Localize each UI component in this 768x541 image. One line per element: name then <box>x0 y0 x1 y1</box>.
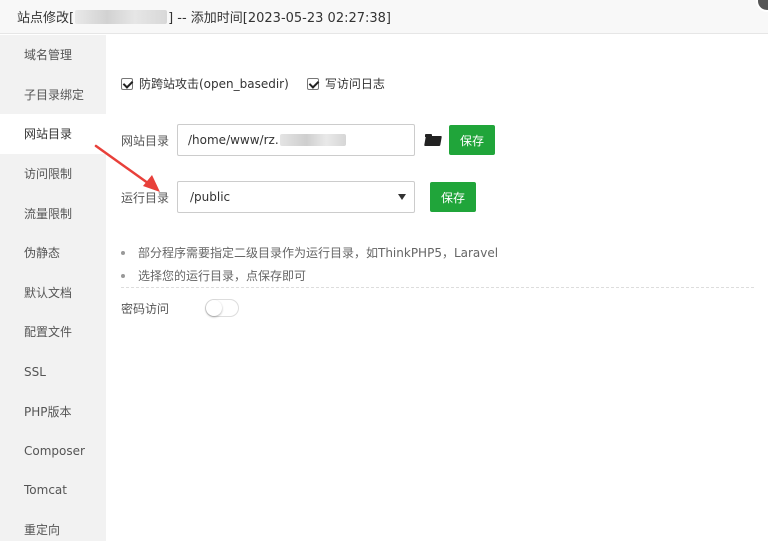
dashed-divider <box>121 287 754 288</box>
sidebar-item-traffic-limit[interactable]: 流量限制 <box>0 193 106 233</box>
tip-item: 选择您的运行目录，点保存即可 <box>121 264 498 287</box>
run-dir-save-button[interactable]: 保存 <box>430 182 476 212</box>
run-dir-label: 运行目录 <box>121 190 170 205</box>
access-log-checkbox[interactable]: 写访问日志 <box>306 75 385 92</box>
redacted-path <box>279 134 346 146</box>
redacted-site-name <box>75 9 168 24</box>
chevron-down-icon <box>398 194 406 200</box>
sidebar-item-subdir-binding[interactable]: 子目录绑定 <box>0 75 106 115</box>
site-directory-panel: 防跨站攻击(open_basedir) 写访问日志 网站目录 /home/www… <box>106 35 768 541</box>
folder-open-icon[interactable] <box>425 134 441 146</box>
anti-xss-label: 防跨站攻击(open_basedir) <box>139 77 289 91</box>
sidebar-item-config-file[interactable]: 配置文件 <box>0 312 106 352</box>
sidebar: 域名管理 子目录绑定 网站目录 访问限制 流量限制 伪静态 默认文档 配置文件 … <box>0 35 106 541</box>
sidebar-item-domain[interactable]: 域名管理 <box>0 35 106 75</box>
password-access-row: 密码访问 <box>121 299 240 317</box>
checkbox-checked-icon <box>306 77 319 90</box>
site-dir-save-button[interactable]: 保存 <box>449 125 495 155</box>
run-dir-row: 运行目录 /public 保存 <box>121 181 476 213</box>
sidebar-item-ssl[interactable]: SSL <box>0 352 106 392</box>
sidebar-item-tomcat[interactable]: Tomcat <box>0 471 106 511</box>
toggle-knob <box>206 300 223 316</box>
sidebar-item-access-limit[interactable]: 访问限制 <box>0 154 106 194</box>
tip-item: 部分程序需要指定二级目录作为运行目录，如ThinkPHP5，Laravel <box>121 241 498 264</box>
dialog-title-suffix: ] -- 添加时间[2023-05-23 02:27:38] <box>168 11 392 26</box>
sidebar-item-php-version[interactable]: PHP版本 <box>0 391 106 431</box>
site-dir-input[interactable]: /home/www/rz. <box>177 124 415 156</box>
sidebar-item-rewrite[interactable]: 伪静态 <box>0 233 106 273</box>
password-access-toggle[interactable] <box>205 299 240 317</box>
run-dir-selected: /public <box>190 190 231 204</box>
sidebar-item-site-directory[interactable]: 网站目录 <box>0 114 106 154</box>
anti-xss-checkbox[interactable]: 防跨站攻击(open_basedir) <box>121 75 289 92</box>
access-log-label: 写访问日志 <box>324 77 385 91</box>
site-dir-value: /home/www/rz. <box>188 133 279 147</box>
checkbox-checked-icon <box>121 77 133 90</box>
password-access-label: 密码访问 <box>121 301 170 316</box>
sidebar-item-redirect[interactable]: 重定向 <box>0 510 106 541</box>
help-tips: 部分程序需要指定二级目录作为运行目录，如ThinkPHP5，Laravel 选择… <box>121 241 498 287</box>
sidebar-item-default-doc[interactable]: 默认文档 <box>0 273 106 313</box>
site-dir-row: 网站目录 /home/www/rz. 保存 <box>121 124 495 156</box>
dialog-title-prefix: 站点修改[ <box>17 11 75 26</box>
dialog-title: 站点修改[ ] -- 添加时间[2023-05-23 02:27:38] <box>0 0 768 34</box>
sidebar-item-composer[interactable]: Composer <box>0 431 106 471</box>
site-edit-dialog: 站点修改[ ] -- 添加时间[2023-05-23 02:27:38] 域名管… <box>0 0 768 541</box>
site-dir-label: 网站目录 <box>121 133 170 148</box>
run-dir-select[interactable]: /public <box>177 181 415 213</box>
options-row: 防跨站攻击(open_basedir) 写访问日志 <box>121 75 403 92</box>
